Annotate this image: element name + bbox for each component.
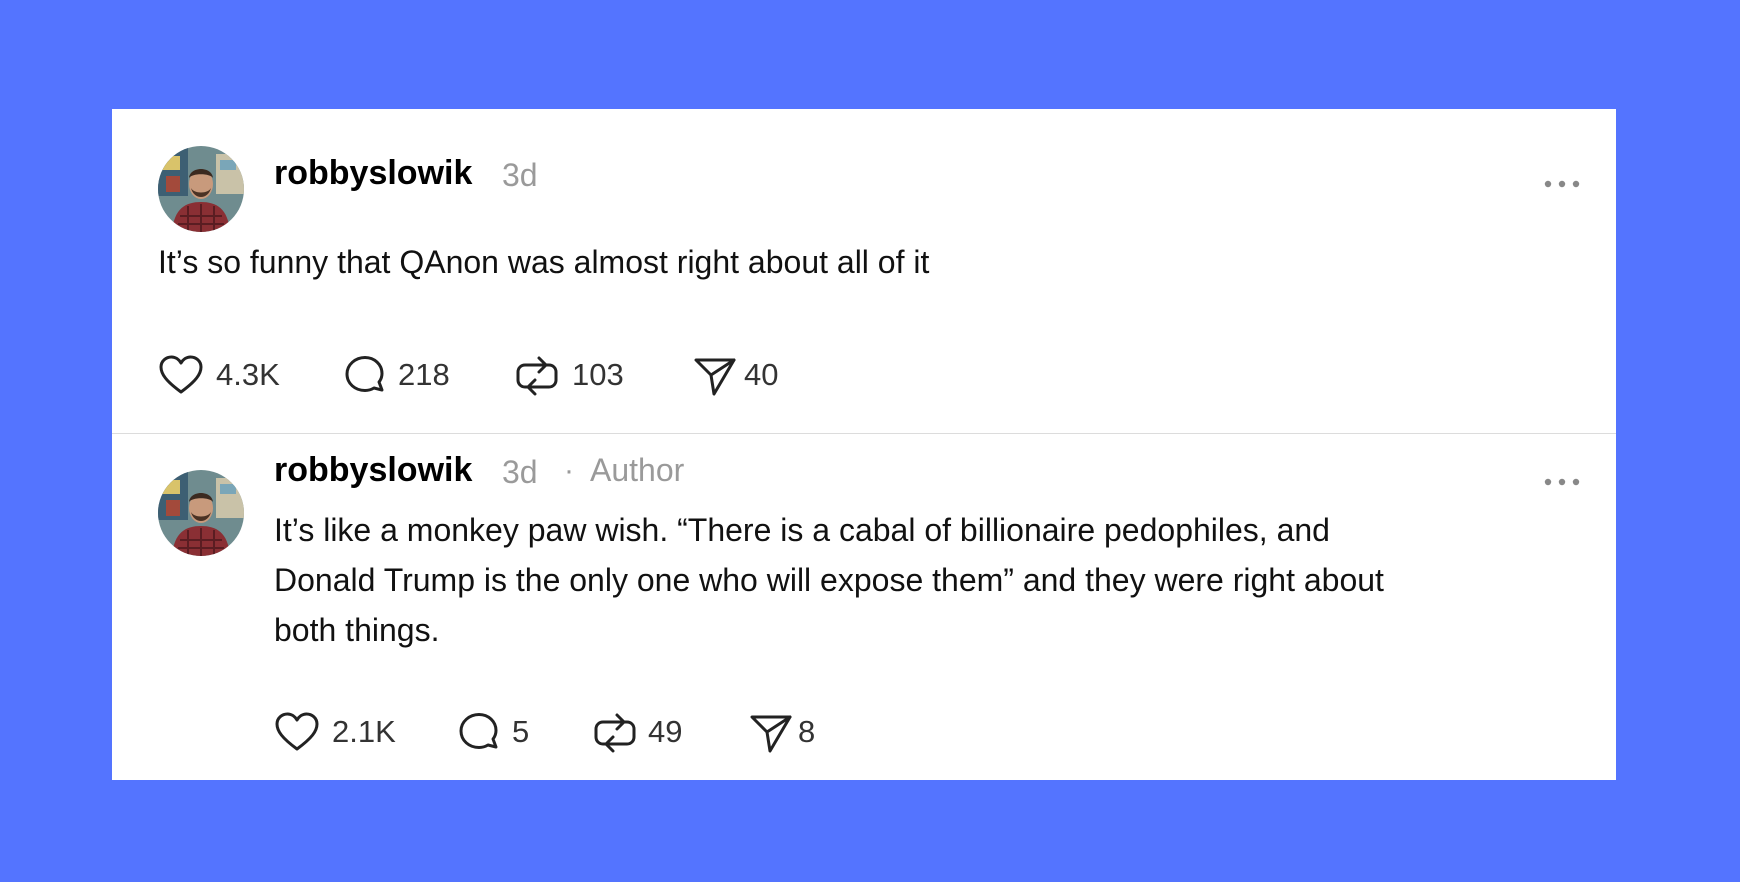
reply-count: 218	[398, 357, 450, 392]
thread-card: robbyslowik 3d It’s so funny that QAnon …	[112, 109, 1616, 780]
heart-icon	[159, 355, 203, 394]
reply-text-line: both things.	[274, 612, 440, 648]
reply-post: robbyslowik 3d · Author It’s like a monk…	[112, 434, 1616, 780]
action-bar: 2.1K 5 49 8	[274, 706, 874, 756]
action-bar: 4.3K 218 103 40	[158, 349, 858, 399]
repost-count: 49	[648, 714, 683, 749]
reply-text-line: It’s like a monkey paw wish. “There is a…	[274, 512, 1330, 548]
repost-count: 103	[572, 357, 624, 392]
comment-icon	[459, 713, 498, 749]
reply-count: 5	[512, 714, 530, 749]
repost-button[interactable]: 49	[592, 706, 692, 756]
share-count: 40	[744, 357, 779, 392]
more-icon[interactable]	[1542, 174, 1582, 194]
avatar-image	[158, 146, 244, 232]
heart-icon	[275, 712, 319, 751]
share-button[interactable]: 40	[692, 349, 802, 399]
avatar[interactable]	[158, 470, 244, 556]
like-count: 4.3K	[216, 357, 280, 392]
post-time[interactable]: 3d	[502, 452, 538, 492]
post-time[interactable]: 3d	[502, 155, 538, 195]
separator-dot: ·	[564, 454, 574, 487]
main-post: robbyslowik 3d It’s so funny that QAnon …	[112, 109, 1616, 433]
avatar-image	[158, 470, 244, 556]
repost-button[interactable]: 103	[514, 349, 634, 399]
like-button[interactable]: 4.3K	[158, 349, 288, 399]
author-badge: Author	[590, 452, 685, 488]
reply-button[interactable]: 218	[342, 349, 462, 399]
username[interactable]: robbyslowik	[274, 450, 472, 490]
reply-button[interactable]: 5	[456, 706, 536, 756]
share-icon	[694, 358, 736, 396]
reply-text: It’s like a monkey paw wish. “There is a…	[274, 505, 1584, 655]
repost-icon	[516, 356, 558, 396]
username[interactable]: robbyslowik	[274, 153, 472, 193]
share-icon	[750, 715, 792, 753]
reply-text-line: Donald Trump is the only one who will ex…	[274, 562, 1384, 598]
repost-icon	[594, 713, 636, 753]
like-count: 2.1K	[332, 714, 396, 749]
avatar[interactable]	[158, 146, 244, 232]
more-icon[interactable]	[1542, 472, 1582, 492]
comment-icon	[345, 356, 384, 392]
share-button[interactable]: 8	[748, 706, 828, 756]
share-count: 8	[798, 714, 816, 749]
post-text: It’s so funny that QAnon was almost righ…	[158, 244, 930, 280]
like-button[interactable]: 2.1K	[274, 706, 396, 756]
